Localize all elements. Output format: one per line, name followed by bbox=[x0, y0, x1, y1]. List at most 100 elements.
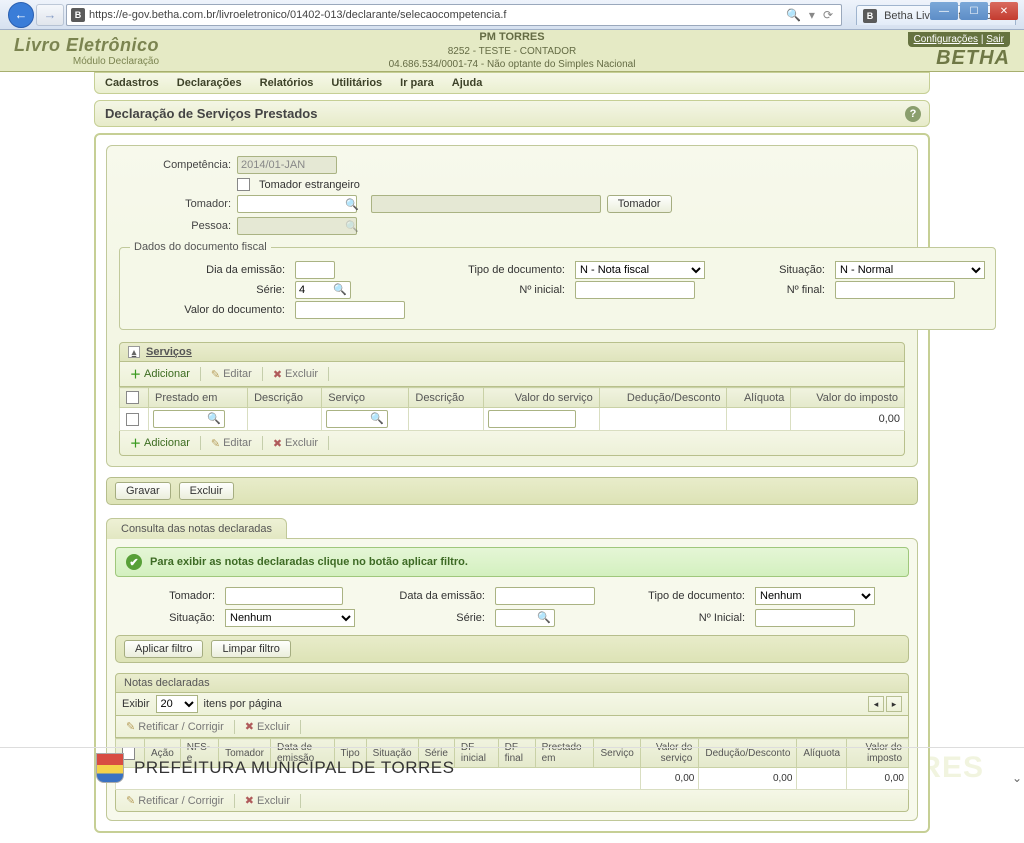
page-title: Declaração de Serviços Prestados bbox=[105, 106, 317, 121]
select-pagesize[interactable]: 20 bbox=[156, 695, 198, 713]
declaration-form: Competência: Tomador estrangeiro Tomador… bbox=[106, 145, 918, 467]
lbl-competencia: Competência: bbox=[119, 159, 231, 171]
lbl-pessoa: Pessoa: bbox=[119, 220, 231, 232]
retificar-icon: ✎ bbox=[126, 720, 135, 733]
tab-consulta-notas[interactable]: Consulta das notas declaradas bbox=[106, 518, 287, 539]
col-descricao1[interactable]: Descrição bbox=[248, 388, 322, 408]
lbl-filter-tomador: Tomador: bbox=[115, 590, 215, 602]
add-icon: ＋ bbox=[130, 366, 141, 382]
lbl-tomador-estrangeiro: Tomador estrangeiro bbox=[259, 179, 360, 191]
input-n-inicial[interactable] bbox=[575, 281, 695, 299]
lookup-serie-icon[interactable]: 🔍 bbox=[333, 284, 347, 296]
lbl-serie: Série: bbox=[130, 284, 285, 296]
cell-descricao2 bbox=[409, 408, 483, 431]
window-minimize-button[interactable]: — bbox=[930, 2, 958, 20]
section-servicos-header[interactable]: ▴ Serviços bbox=[119, 342, 905, 362]
select-situacao[interactable]: N - Normal bbox=[835, 261, 985, 279]
col-servico[interactable]: Serviço bbox=[322, 388, 409, 408]
input-tomador-code[interactable] bbox=[237, 195, 357, 213]
notas-pager-bar: Exibir 20 itens por página ◂ ▸ bbox=[115, 693, 909, 716]
window-maximize-button[interactable]: ☐ bbox=[960, 2, 988, 20]
btn-limpar-filtro[interactable]: Limpar filtro bbox=[211, 640, 290, 658]
lbl-dia-emissao: Dia da emissão: bbox=[130, 264, 285, 276]
link-configuracoes[interactable]: Configurações bbox=[914, 34, 978, 45]
col-descricao2[interactable]: Descrição bbox=[409, 388, 483, 408]
servicos-row: 🔍 🔍 0,00 bbox=[120, 408, 905, 431]
btn-retificar-top: ✎Retificar / Corrigir bbox=[122, 718, 228, 735]
lookup-tomador-icon[interactable]: 🔍 bbox=[345, 198, 359, 211]
collapse-icon[interactable]: ▴ bbox=[128, 346, 140, 358]
info-banner: ✔ Para exibir as notas declaradas clique… bbox=[115, 547, 909, 577]
search-icon[interactable]: 🔍 bbox=[782, 8, 805, 22]
btn-adicionar-top[interactable]: ＋Adicionar bbox=[126, 364, 194, 384]
col-deducao[interactable]: Dedução/Desconto bbox=[599, 388, 727, 408]
servicos-toolbar-bottom: ＋Adicionar ✎Editar ✖Excluir bbox=[119, 431, 905, 456]
pager-prev[interactable]: ◂ bbox=[868, 696, 884, 712]
lbl-filter-situacao: Situação: bbox=[115, 612, 215, 624]
input-filter-data[interactable] bbox=[495, 587, 595, 605]
input-filter-tomador[interactable] bbox=[225, 587, 343, 605]
lbl-n-inicial: Nº inicial: bbox=[425, 284, 565, 296]
menu-relatorios[interactable]: Relatórios bbox=[260, 77, 314, 89]
nav-forward-button[interactable]: → bbox=[36, 4, 64, 26]
check-icon: ✔ bbox=[126, 554, 142, 570]
window-close-button[interactable]: ✕ bbox=[990, 2, 1018, 20]
servicos-grid: Prestado em Descrição Serviço Descrição … bbox=[119, 387, 905, 431]
btn-excluir-nota-top: ✖Excluir bbox=[241, 718, 294, 735]
btn-editar-bottom: ✎Editar bbox=[207, 435, 256, 452]
btn-adicionar-bottom[interactable]: ＋Adicionar bbox=[126, 433, 194, 453]
input-valor-documento[interactable] bbox=[295, 301, 405, 319]
dropdown-icon[interactable]: ▾ bbox=[805, 8, 819, 22]
col-valor-imposto[interactable]: Valor do imposto bbox=[791, 388, 905, 408]
chk-tomador-estrangeiro[interactable] bbox=[237, 178, 250, 191]
input-n-final[interactable] bbox=[835, 281, 955, 299]
btn-aplicar-filtro[interactable]: Aplicar filtro bbox=[124, 640, 203, 658]
nav-back-button[interactable]: ← bbox=[8, 2, 34, 28]
address-bar[interactable]: B https://e-gov.betha.com.br/livroeletro… bbox=[66, 4, 842, 26]
select-filter-tipo[interactable]: Nenhum bbox=[755, 587, 875, 605]
section-servicos-title: Serviços bbox=[146, 346, 192, 358]
legend-documento: Dados do documento fiscal bbox=[130, 241, 271, 253]
col-prestado-em[interactable]: Prestado em bbox=[149, 388, 248, 408]
select-filter-situacao[interactable]: Nenhum bbox=[225, 609, 355, 627]
lbl-filter-data: Data da emissão: bbox=[375, 590, 485, 602]
menu-ajuda[interactable]: Ajuda bbox=[452, 77, 483, 89]
pager-next[interactable]: ▸ bbox=[886, 696, 902, 712]
col-checkbox[interactable] bbox=[120, 388, 149, 408]
content-wrapper: Cadastros Declarações Relatórios Utilitá… bbox=[0, 72, 1024, 843]
lookup-filter-serie-icon[interactable]: 🔍 bbox=[537, 612, 551, 624]
lookup-pessoa-icon: 🔍 bbox=[345, 220, 359, 233]
header-context-info: PM TORRES 8252 - TESTE - CONTADOR 04.686… bbox=[0, 30, 1024, 70]
delete-icon: ✖ bbox=[273, 368, 282, 381]
lbl-tipo-documento: Tipo de documento: bbox=[425, 264, 565, 276]
cell-deducao bbox=[599, 408, 727, 431]
lbl-filter-ninicial: Nº Inicial: bbox=[625, 612, 745, 624]
edit-icon: ✎ bbox=[211, 368, 220, 381]
refresh-icon[interactable]: ⟳ bbox=[819, 8, 837, 22]
menu-declaracoes[interactable]: Declarações bbox=[177, 77, 242, 89]
app-header: Livro Eletrônico Módulo Declaração PM TO… bbox=[0, 30, 1024, 72]
delete-icon: ✖ bbox=[273, 437, 282, 450]
tab-favicon: B bbox=[863, 9, 877, 23]
select-tipo-documento[interactable]: N - Nota fiscal bbox=[575, 261, 705, 279]
menu-cadastros[interactable]: Cadastros bbox=[105, 77, 159, 89]
link-sair[interactable]: Sair bbox=[986, 34, 1004, 45]
lookup-prestado-icon[interactable]: 🔍 bbox=[207, 413, 221, 425]
input-filter-ninicial[interactable] bbox=[755, 609, 855, 627]
input-dia-emissao[interactable] bbox=[295, 261, 335, 279]
help-icon[interactable]: ? bbox=[905, 106, 921, 122]
btn-gravar[interactable]: Gravar bbox=[115, 482, 171, 500]
lookup-servico-icon[interactable]: 🔍 bbox=[370, 413, 384, 425]
scroll-down-icon[interactable]: ⌄ bbox=[1012, 771, 1022, 785]
row-checkbox[interactable] bbox=[126, 413, 139, 426]
menu-utilitarios[interactable]: Utilitários bbox=[331, 77, 382, 89]
menu-irpara[interactable]: Ir para bbox=[400, 77, 434, 89]
cell-valor-servico[interactable] bbox=[488, 410, 576, 428]
input-pessoa bbox=[237, 217, 357, 235]
col-aliquota[interactable]: Alíquota bbox=[727, 388, 791, 408]
col-valor-servico[interactable]: Valor do serviço bbox=[483, 388, 599, 408]
btn-excluir[interactable]: Excluir bbox=[179, 482, 234, 500]
fieldset-documento-fiscal: Dados do documento fiscal Dia da emissão… bbox=[119, 241, 996, 330]
btn-tomador[interactable]: Tomador bbox=[607, 195, 672, 213]
btn-editar-top: ✎Editar bbox=[207, 366, 256, 383]
